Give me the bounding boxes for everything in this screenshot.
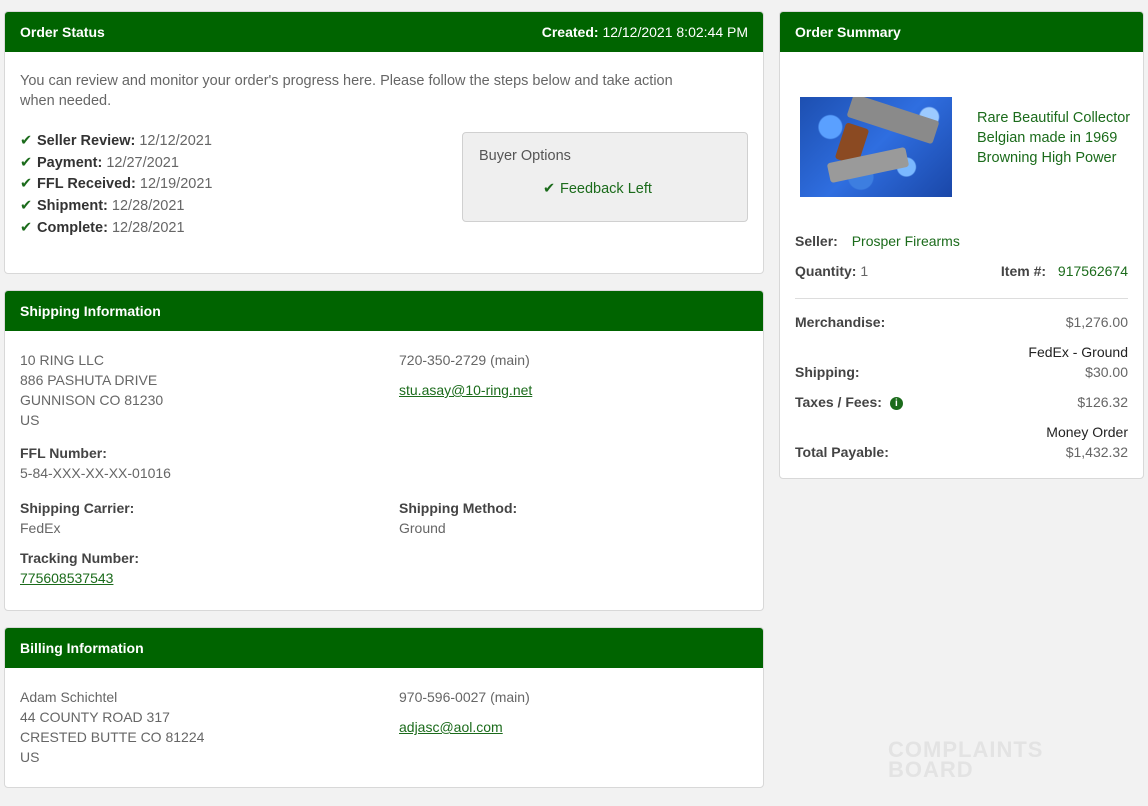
merchandise-label: Merchandise:: [795, 314, 886, 330]
billing-panel: Billing Information Adam Schichtel 44 CO…: [4, 627, 764, 788]
summary-divider: [795, 298, 1128, 299]
merchandise-value: $1,276.00: [1065, 314, 1128, 330]
check-icon: ✔: [20, 133, 33, 149]
seller-link[interactable]: Prosper Firearms: [852, 233, 960, 249]
billing-phone: 970-596-0027 (main): [399, 689, 530, 705]
step-shipment: ✔ Shipment: 12/28/2021: [20, 196, 212, 218]
order-status-title: Order Status: [20, 24, 105, 40]
ffl-number-value: 5-84-XXX-XX-XX-01016: [20, 465, 171, 481]
watermark-logo: COMPLAINTS BOARD: [888, 737, 1044, 782]
taxes-row: Taxes / Fees: i: [795, 394, 903, 410]
shipping-carrier-value: FedEx: [20, 520, 61, 536]
shipping-method-label: Shipping Method:: [399, 500, 518, 516]
feedback-left-status: ✔ Feedback Left: [543, 181, 652, 197]
order-summary-panel: Order Summary Rare Beautiful Collector B…: [779, 11, 1144, 479]
shipping-title: Shipping Information: [20, 303, 161, 319]
quantity-row: Quantity: 1: [795, 263, 868, 279]
step-ffl-received: ✔ FFL Received: 12/19/2021: [20, 174, 212, 196]
item-title-link[interactable]: Rare Beautiful Collector Belgian made in…: [977, 108, 1133, 168]
buyer-options-title: Buyer Options: [479, 148, 571, 164]
total-payable-value: $1,432.32: [1065, 444, 1128, 460]
step-payment: ✔ Payment: 12/27/2021: [20, 153, 212, 175]
seller-label: Seller:: [795, 233, 838, 249]
check-icon: ✔: [20, 176, 33, 193]
check-icon: ✔: [20, 198, 33, 215]
order-summary-title: Order Summary: [795, 24, 901, 40]
shipping-cost-label: Shipping:: [795, 364, 860, 380]
billing-email-link[interactable]: adjasc@aol.com: [399, 717, 503, 737]
item-number-link[interactable]: 917562674: [1058, 263, 1128, 279]
shipping-address: 10 RING LLC 886 PASHUTA DRIVE GUNNISON C…: [20, 352, 164, 428]
item-number-row: Item #: 917562674: [1001, 263, 1128, 279]
shipping-method-summary: FedEx - Ground: [1028, 344, 1128, 360]
shipping-email-link[interactable]: stu.asay@10-ring.net: [399, 380, 532, 400]
step-seller-review: ✔ Seller Review: 12/12/2021: [20, 131, 212, 153]
payment-method: Money Order: [1046, 424, 1128, 440]
shipping-method-value: Ground: [399, 520, 446, 536]
shipping-carrier-label: Shipping Carrier:: [20, 500, 135, 516]
item-number-label: Item #:: [1000, 263, 1047, 279]
tracking-number-label: Tracking Number:: [20, 550, 140, 566]
info-icon[interactable]: i: [889, 397, 903, 410]
billing-header: Billing Information: [5, 628, 763, 668]
seller-row: Seller: Prosper Firearms: [795, 233, 960, 249]
item-thumbnail[interactable]: [800, 97, 952, 197]
quantity-label: Quantity:: [795, 263, 857, 279]
created-date: Created: 12/12/2021 8:02:44 PM: [541, 24, 748, 40]
order-steps: ✔ Seller Review: 12/12/2021 ✔ Payment: 12/…: [20, 131, 212, 240]
order-status-header: Order Status Created: 12/12/2021 8:02:44…: [5, 12, 763, 52]
order-summary-header: Order Summary: [780, 12, 1143, 52]
quantity-value: 1: [860, 263, 869, 279]
ffl-number-label: FFL Number:: [20, 445, 107, 461]
order-status-intro: You can review and monitor your order's …: [20, 73, 673, 109]
taxes-value: $126.32: [1077, 394, 1128, 410]
step-complete: ✔ Complete: 12/28/2021: [20, 218, 212, 240]
billing-address: Adam Schichtel 44 COUNTY ROAD 317 CRESTE…: [20, 689, 205, 765]
total-payable-label: Total Payable:: [795, 444, 889, 460]
billing-title: Billing Information: [20, 640, 144, 656]
tracking-number-link[interactable]: 775608537543: [20, 570, 113, 586]
order-status-panel: Order Status Created: 12/12/2021 8:02:44…: [4, 11, 764, 274]
shipping-cost-value: $30.00: [1085, 364, 1128, 380]
shipping-panel: Shipping Information 10 RING LLC 886 PAS…: [4, 290, 764, 611]
check-icon: ✔: [20, 154, 33, 171]
shipping-header: Shipping Information: [5, 291, 763, 331]
taxes-label: Taxes / Fees:: [795, 394, 882, 410]
shipping-phone: 720-350-2729 (main): [399, 352, 530, 368]
buyer-options-box: Buyer Options ✔ Feedback Left: [462, 132, 748, 222]
check-icon: ✔: [543, 181, 556, 197]
check-icon: ✔: [20, 219, 33, 236]
